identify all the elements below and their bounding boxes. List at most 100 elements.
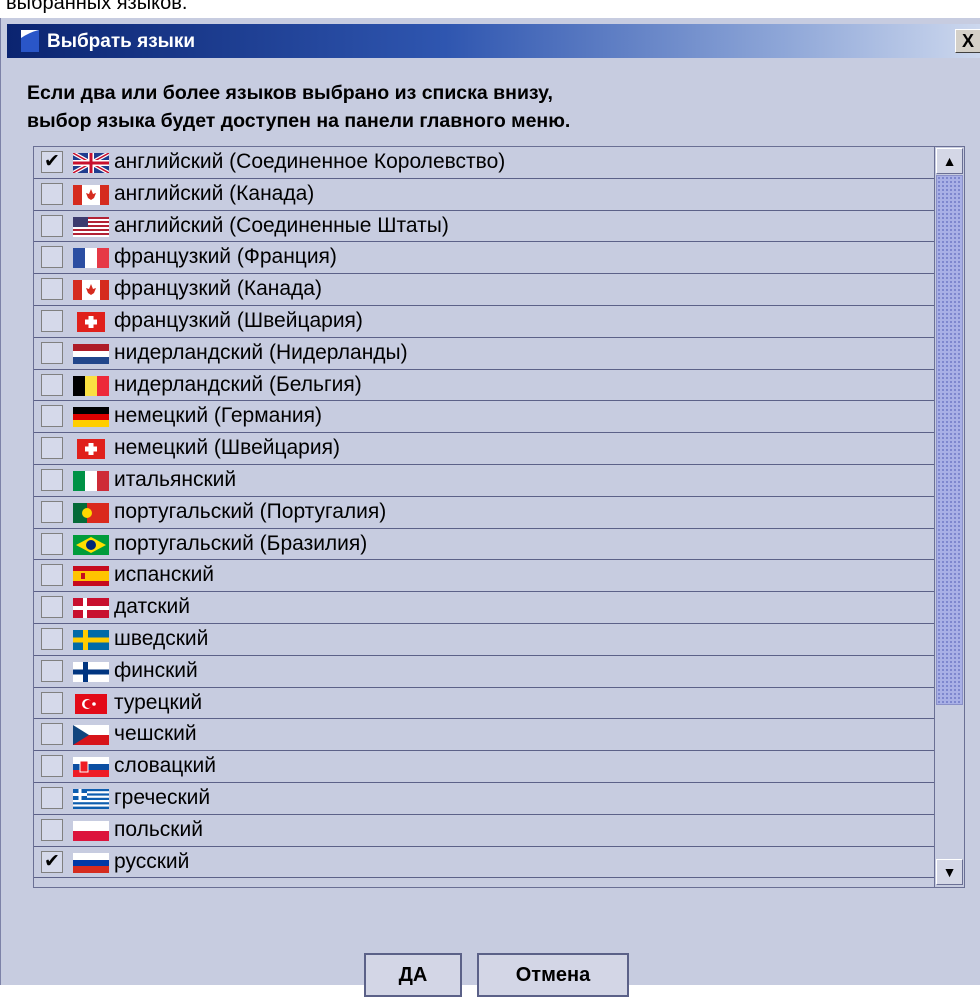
language-label: итальянский	[114, 467, 237, 491]
russia-flag-icon	[73, 852, 109, 873]
language-label: нидерландский (Бельгия)	[114, 372, 362, 396]
language-checkbox[interactable]	[41, 723, 63, 746]
language-row[interactable]: финский	[34, 656, 934, 688]
background-caption: выбранных языков.	[6, 0, 188, 14]
language-label: немецкий (Германия)	[114, 404, 323, 428]
turkey-flag-icon	[73, 693, 109, 714]
language-checkbox[interactable]	[41, 341, 63, 364]
language-row[interactable]: греческий	[34, 783, 934, 815]
language-checkbox[interactable]	[41, 786, 63, 809]
language-checkbox[interactable]: ✔	[41, 850, 63, 873]
language-checkbox[interactable]	[41, 182, 63, 205]
language-row[interactable]: английский (Канада)	[34, 179, 934, 211]
germany-flag-icon	[73, 407, 109, 428]
language-label: английский (Соединенное Королевство)	[114, 150, 506, 173]
language-checkbox[interactable]	[41, 627, 63, 650]
close-button[interactable]: X	[955, 29, 980, 53]
dialog-title: Выбрать языки	[47, 31, 196, 52]
language-row[interactable]: итальянский	[34, 465, 934, 497]
language-label: русский	[114, 849, 190, 873]
language-checkbox[interactable]	[41, 373, 63, 396]
language-label: испанский	[114, 563, 215, 587]
language-row[interactable]: турецкий	[34, 688, 934, 720]
language-label: шведский	[114, 626, 209, 650]
title-bar[interactable]: Выбрать языки X	[7, 24, 980, 58]
scroll-up-button[interactable]: ▲	[936, 148, 963, 174]
netherlands-flag-icon	[73, 343, 109, 364]
language-row[interactable]: французкий (Канада)	[34, 274, 934, 306]
language-checkbox[interactable]	[41, 564, 63, 587]
language-label: польский	[114, 817, 203, 841]
language-label: португальский (Португалия)	[114, 499, 387, 523]
france-flag-icon	[73, 248, 109, 269]
language-row[interactable]: словацкий	[34, 751, 934, 783]
language-list[interactable]: ✔ английский (Соединенное Королевство) анг…	[33, 146, 965, 888]
vertical-scrollbar[interactable]: ▲ ▼	[934, 147, 964, 887]
language-row[interactable]: немецкий (Швейцария)	[34, 433, 934, 465]
language-row[interactable]: португальский (Португалия)	[34, 497, 934, 529]
language-checkbox[interactable]	[41, 246, 63, 269]
language-row[interactable]: нидерландский (Бельгия)	[34, 370, 934, 402]
language-checkbox[interactable]	[41, 818, 63, 841]
language-label: финский	[114, 658, 198, 682]
portugal-flag-icon	[73, 502, 109, 523]
language-checkbox[interactable]	[41, 437, 63, 460]
canada-flag-icon	[73, 280, 109, 301]
language-row[interactable]: датский	[34, 592, 934, 624]
language-row[interactable]: французкий (Швейцария)	[34, 306, 934, 338]
poland-flag-icon	[73, 820, 109, 841]
language-checkbox[interactable]	[41, 309, 63, 332]
language-checkbox[interactable]	[41, 659, 63, 682]
scroll-down-button[interactable]: ▼	[936, 859, 963, 885]
language-checkbox[interactable]	[41, 278, 63, 301]
language-label: турецкий	[114, 690, 203, 714]
greece-flag-icon	[73, 788, 109, 809]
finland-flag-icon	[73, 661, 109, 682]
language-checkbox[interactable]	[41, 755, 63, 778]
belgium-flag-icon	[73, 375, 109, 396]
language-row[interactable]: польский	[34, 815, 934, 847]
language-row[interactable]: немецкий (Германия)	[34, 401, 934, 434]
cancel-button[interactable]: Отмена	[477, 953, 629, 997]
switzerland-flag-icon	[73, 311, 109, 332]
language-row[interactable]: нидерландский (Нидерланды)	[34, 338, 934, 370]
instruction-line-2: выбор языка будет доступен на панели гла…	[27, 110, 571, 132]
language-label: греческий	[114, 785, 211, 809]
switzerland-flag-icon	[73, 439, 109, 460]
language-checkbox[interactable]	[41, 691, 63, 714]
language-label: французкий (Швейцария)	[114, 308, 363, 332]
usa-flag-icon	[73, 216, 109, 237]
scroll-thumb[interactable]	[936, 175, 963, 705]
instruction-line-1: Если два или более языков выбрано из спи…	[27, 82, 553, 104]
uk-flag-icon	[73, 153, 109, 173]
language-row[interactable]: шведский	[34, 624, 934, 656]
language-row[interactable]: французкий (Франция)	[34, 242, 934, 275]
ok-button[interactable]: ДА	[364, 953, 462, 997]
language-checkbox[interactable]	[41, 468, 63, 491]
language-checkbox[interactable]	[41, 500, 63, 523]
italy-flag-icon	[73, 470, 109, 491]
spain-flag-icon	[73, 566, 109, 587]
canada-flag-icon	[73, 184, 109, 205]
select-languages-dialog: Выбрать языки X Если два или более языко…	[0, 18, 980, 997]
app-icon	[21, 30, 39, 52]
language-row[interactable]: ✔ английский (Соединенное Королевство)	[34, 147, 934, 179]
language-row[interactable]: чешский	[34, 719, 934, 752]
language-label: французкий (Канада)	[114, 277, 322, 301]
language-checkbox[interactable]: ✔	[41, 151, 63, 173]
language-checkbox[interactable]	[41, 405, 63, 428]
language-row[interactable]: португальский (Бразилия)	[34, 529, 934, 561]
language-row[interactable]: ✔ русский	[34, 847, 934, 879]
czech-flag-icon	[73, 725, 109, 746]
language-rows: ✔ английский (Соединенное Королевство) анг…	[34, 147, 934, 879]
language-row[interactable]: английский (Соединенные Штаты)	[34, 211, 934, 243]
language-label: французкий (Франция)	[114, 245, 337, 269]
language-row[interactable]: испанский	[34, 560, 934, 593]
language-checkbox[interactable]	[41, 532, 63, 555]
language-checkbox[interactable]	[41, 214, 63, 237]
language-label: чешский	[114, 722, 197, 746]
language-label: португальский (Бразилия)	[114, 531, 368, 555]
brazil-flag-icon	[73, 534, 109, 555]
language-checkbox[interactable]	[41, 596, 63, 619]
language-label: словацкий	[114, 754, 216, 778]
